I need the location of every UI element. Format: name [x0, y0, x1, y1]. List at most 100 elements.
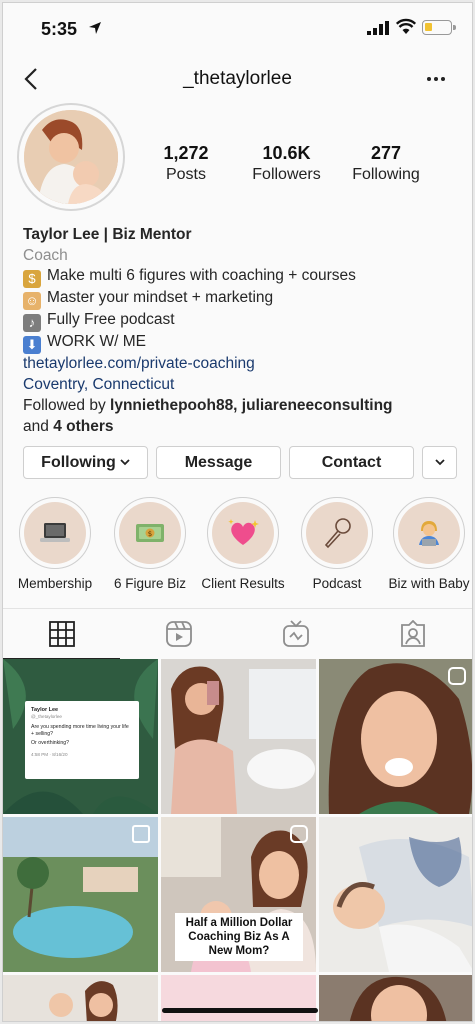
profile-stats: 1,272 Posts 10.6K Followers 277 Followin…	[143, 143, 463, 184]
tweet-author: Taylor Lee	[31, 707, 59, 713]
stat-value: 10.6K	[262, 143, 311, 163]
followed-by-prefix: Followed by	[23, 396, 106, 414]
profile-bio: Taylor Lee | Biz Mentor Coach $ Make mult…	[23, 225, 463, 437]
cellular-signal-icon	[367, 21, 389, 35]
chevron-down-icon	[434, 459, 445, 466]
highlight-membership[interactable]: Membership	[9, 497, 101, 591]
top-nav: _thetaylorlee	[3, 58, 472, 102]
post-thumbnail[interactable]: Taylor Lee @_thetaylorlee Are you spendi…	[3, 659, 158, 814]
stat-value: 277	[370, 143, 402, 163]
tab-reels[interactable]	[120, 609, 237, 659]
stat-label: Followers	[252, 166, 321, 183]
post-thumbnail[interactable]: Half a Million Dollar Coaching Biz As A …	[161, 817, 316, 972]
followed-by[interactable]: Followed by lynniethepooh88, juliareneec…	[23, 396, 463, 417]
phone-screen: 5:35 _thetaylorlee 1,272 Posts 10.6K Fol…	[2, 2, 473, 1022]
bio-line-text: Master your mindset + marketing	[47, 289, 274, 307]
profile-location-link[interactable]: Coventry, Connecticut	[23, 375, 463, 396]
dollar-bills-icon: $	[136, 524, 164, 542]
highlight-6-figure-biz[interactable]: $ 6 Figure Biz	[104, 497, 196, 591]
followed-by-users: lynniethepooh88, juliareneeconsulting	[110, 396, 393, 414]
following-button-label: Following	[41, 453, 116, 471]
suggested-accounts-button[interactable]	[422, 446, 457, 479]
bio-line-text: Make multi 6 figures with coaching + cou…	[47, 267, 356, 285]
tweet-line-1: Are you spending more time living your l…	[31, 724, 129, 737]
post-thumbnail[interactable]	[319, 975, 472, 1021]
followed-by-others: 4 others	[53, 417, 114, 435]
person-with-laptop-icon	[419, 521, 439, 546]
stat-following[interactable]: 277 Following	[344, 143, 428, 184]
tab-tagged[interactable]	[354, 609, 471, 659]
avatar-photo	[24, 110, 118, 204]
tweet-handle: @_thetaylorlee	[31, 713, 62, 719]
svg-text:$: $	[148, 530, 152, 538]
down-arrow-icon: ⬇	[23, 336, 41, 355]
highlight-ring	[207, 497, 279, 569]
highlight-cover	[212, 502, 274, 564]
reel-badge-icon	[290, 825, 308, 843]
highlight-ring	[19, 497, 91, 569]
highlight-client-results[interactable]: Client Results	[197, 497, 289, 591]
microphone-icon	[324, 518, 351, 549]
highlight-podcast[interactable]: Podcast	[291, 497, 383, 591]
laptop-icon	[40, 523, 70, 542]
post-thumbnail[interactable]	[3, 817, 158, 972]
message-button[interactable]: Message	[156, 446, 281, 479]
more-options-icon[interactable]	[426, 70, 446, 88]
contact-button-label: Contact	[321, 453, 382, 471]
highlight-ring: $	[114, 497, 186, 569]
highlight-ring	[301, 497, 373, 569]
post-thumbnail[interactable]	[161, 975, 316, 1021]
sparkling-heart-icon	[228, 519, 259, 545]
baby-on-blanket-photo	[319, 817, 472, 972]
stat-followers[interactable]: 10.6K Followers	[229, 143, 344, 184]
bio-line: ☺ Master your mindset + marketing	[23, 288, 463, 311]
home-indicator	[162, 1008, 318, 1013]
profile-display-name: Taylor Lee | Biz Mentor	[23, 226, 192, 243]
status-time: 5:35	[41, 19, 78, 39]
tweet-meta: 4:58 PM · 8/16/20	[31, 751, 68, 757]
wifi-icon	[396, 18, 416, 34]
highlight-biz-with-baby[interactable]: Biz with Baby	[383, 497, 472, 591]
followed-by-more[interactable]: and 4 others	[23, 417, 463, 438]
post-thumbnail[interactable]	[161, 659, 316, 814]
battery-icon	[422, 20, 456, 35]
highlight-ring	[393, 497, 465, 569]
highlight-label: Client Results	[201, 576, 285, 591]
mirror-selfie-photo	[161, 659, 316, 814]
person-meditating-icon: ☺	[23, 292, 41, 311]
profile-avatar[interactable]	[17, 103, 125, 211]
highlight-cover	[306, 502, 368, 564]
bio-line: ♪ Fully Free podcast	[23, 310, 463, 333]
contact-button[interactable]: Contact	[289, 446, 414, 479]
bio-line-text: WORK W/ ME	[47, 333, 147, 351]
post-thumbnail[interactable]	[319, 659, 472, 814]
post-thumbnail[interactable]	[319, 817, 472, 972]
stat-posts[interactable]: 1,272 Posts	[143, 143, 229, 184]
post-overlay-text: Half a Million Dollar Coaching Biz As A …	[175, 913, 303, 961]
highlight-label: Podcast	[312, 576, 362, 591]
post-thumbnail[interactable]	[3, 975, 158, 1021]
bio-line: ⬇ WORK W/ ME	[23, 332, 463, 355]
story-highlights: Membership $ 6 Figure Biz Client Results…	[3, 497, 472, 597]
close-up-selfie-photo	[319, 975, 472, 1021]
profile-action-buttons: Following Message Contact	[23, 446, 459, 479]
tweet-card: Taylor Lee @_thetaylorlee Are you spendi…	[25, 701, 139, 779]
followed-by-and: and	[23, 417, 49, 435]
stat-value: 1,272	[163, 143, 209, 163]
profile-category: Coach	[23, 246, 68, 264]
microphone-icon: ♪	[23, 314, 41, 333]
profile-tabs	[3, 608, 472, 659]
tagged-person-icon	[400, 620, 425, 647]
following-button[interactable]: Following	[23, 446, 148, 479]
reels-icon	[165, 621, 192, 647]
stat-label: Posts	[165, 166, 206, 183]
money-bag-icon: $	[23, 270, 41, 289]
status-bar: 5:35	[3, 3, 472, 53]
tab-grid[interactable]	[3, 609, 120, 659]
igtv-badge-icon	[448, 667, 466, 685]
chevron-down-icon	[120, 459, 130, 466]
tweet-line-2: Or overthinking?	[31, 740, 70, 747]
highlight-cover: $	[119, 502, 181, 564]
tab-igtv[interactable]	[237, 609, 354, 659]
profile-website-link[interactable]: thetaylorlee.com/private-coaching	[23, 354, 463, 375]
